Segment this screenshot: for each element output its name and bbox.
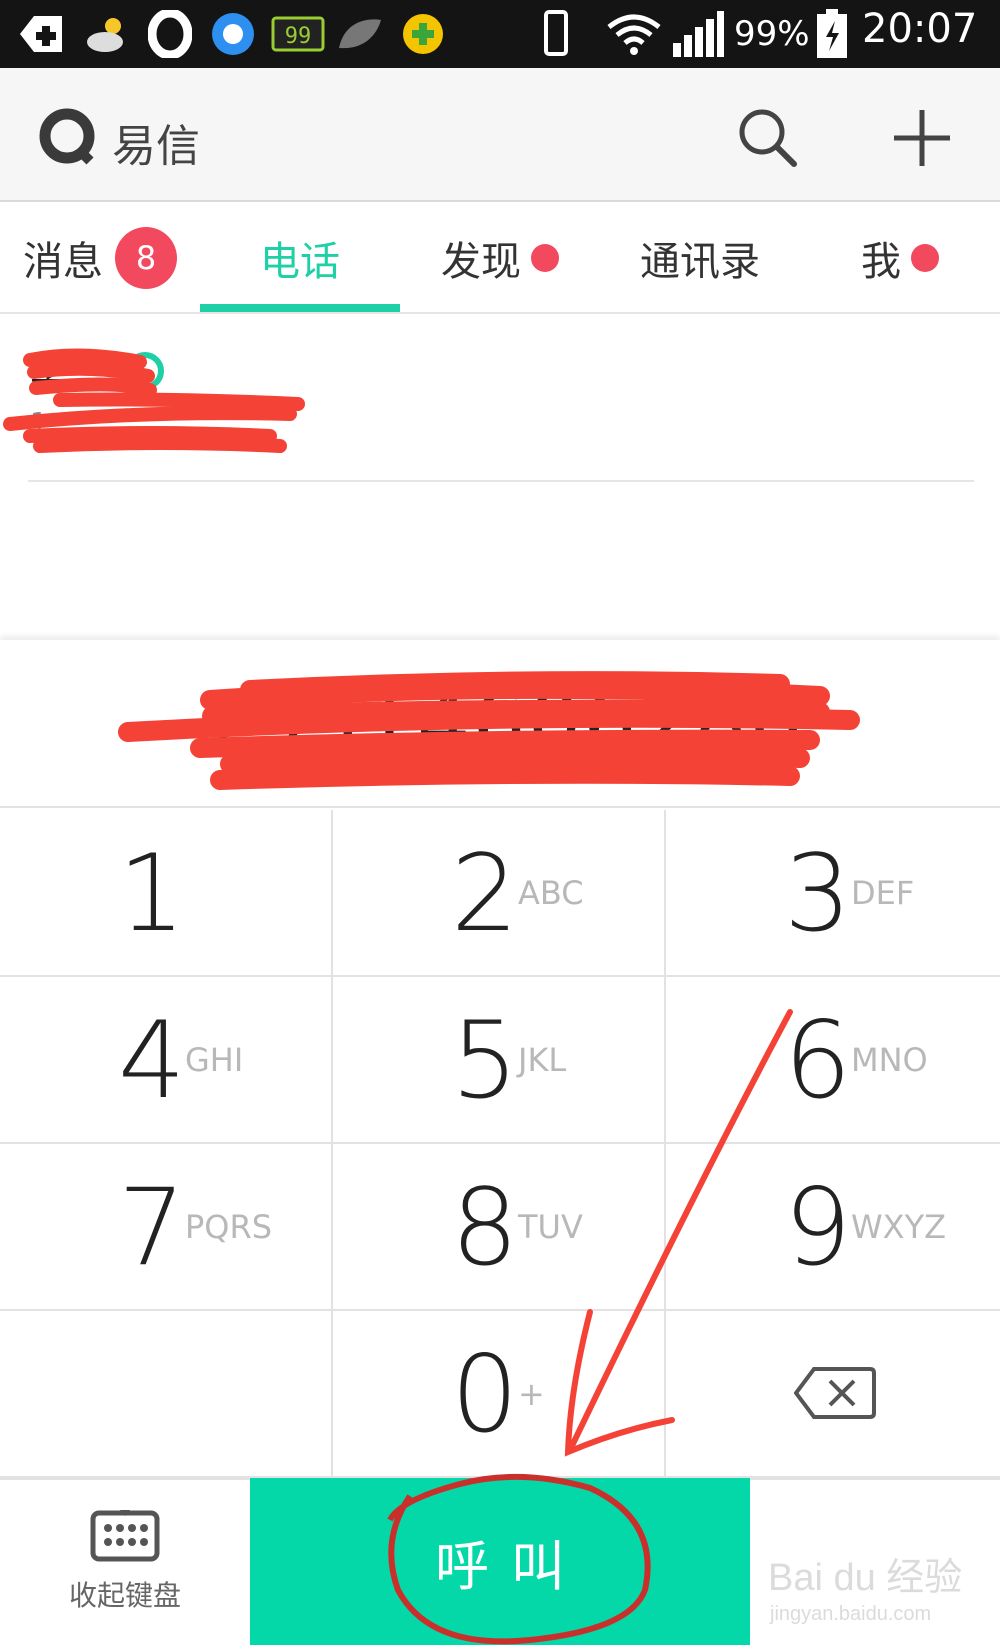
key-digit: 5 bbox=[451, 999, 519, 1122]
key-0[interactable]: 0 + bbox=[333, 1311, 666, 1478]
watermark-brand: Bai du 经验 bbox=[768, 1557, 962, 1599]
key-digit: 9 bbox=[784, 1166, 852, 1289]
wifi-icon bbox=[604, 10, 664, 58]
key-letters: ABC bbox=[518, 874, 584, 912]
plus-circle-icon bbox=[398, 10, 448, 58]
keyboard-icon bbox=[90, 1509, 160, 1561]
key-1[interactable]: 1 bbox=[0, 810, 333, 977]
key-6[interactable]: 6 MNO bbox=[666, 977, 1000, 1144]
watermark-url: jingyan.baidu.com bbox=[769, 1603, 931, 1625]
active-tab-indicator bbox=[200, 304, 400, 312]
key-digit: 3 bbox=[784, 832, 852, 955]
opera-icon bbox=[146, 10, 194, 58]
search-button[interactable] bbox=[728, 98, 808, 178]
key-letters: TUV bbox=[518, 1208, 583, 1246]
key-3[interactable]: 3 DEF bbox=[666, 810, 1000, 977]
baidu-watermark: Bai du 经验 jingyan.baidu.com bbox=[764, 1540, 964, 1630]
add-icon bbox=[894, 110, 950, 166]
contact-name: 李… bbox=[30, 355, 103, 396]
call-button-label: 呼叫 bbox=[435, 1535, 587, 1598]
key-9[interactable]: 9 WXYZ bbox=[666, 1144, 1000, 1311]
key-letters: DEF bbox=[851, 874, 915, 912]
recent-call-row[interactable]: 李… 1… bbox=[0, 316, 1000, 482]
status-bar: 99 99% 20:07 bbox=[0, 0, 1000, 68]
key-digit: 4 bbox=[118, 999, 186, 1122]
leaf-icon bbox=[334, 10, 384, 58]
vibrate-icon bbox=[538, 10, 572, 58]
tab-messages[interactable]: 消息 8 bbox=[0, 202, 200, 314]
svg-text:99: 99 bbox=[285, 24, 312, 49]
key-digit: 0 bbox=[451, 1333, 519, 1456]
app-header: 易信 bbox=[0, 68, 1000, 202]
key-digit: 2 bbox=[451, 832, 519, 955]
key-digit: 1 bbox=[118, 832, 186, 955]
yixin-logo-icon bbox=[38, 107, 96, 165]
weather-icon bbox=[82, 10, 132, 58]
collapse-keyboard-button[interactable]: 收起键盘 bbox=[0, 1478, 250, 1645]
search-icon bbox=[739, 109, 797, 167]
tab-label: 发现 bbox=[441, 239, 521, 285]
tab-bar: 消息 8 电话 发现 通讯录 我 bbox=[0, 202, 1000, 314]
key-2[interactable]: 2 ABC bbox=[333, 810, 666, 977]
key-letters: + bbox=[518, 1375, 545, 1413]
key-digit: 8 bbox=[451, 1166, 519, 1289]
add-button[interactable] bbox=[882, 98, 962, 178]
key-letters: WXYZ bbox=[851, 1208, 947, 1246]
tab-me[interactable]: 我 bbox=[800, 202, 1000, 314]
yixin-user-icon bbox=[126, 352, 164, 390]
backspace-icon bbox=[794, 1367, 876, 1419]
notification-dot bbox=[911, 244, 939, 272]
unread-badge: 8 bbox=[115, 227, 177, 289]
app-title: 易信 bbox=[112, 121, 200, 172]
key-5[interactable]: 5 JKL bbox=[333, 977, 666, 1144]
key-digit: 7 bbox=[118, 1166, 186, 1289]
tab-label: 通讯录 bbox=[640, 239, 760, 285]
key-letters: GHI bbox=[185, 1041, 244, 1079]
dialed-number: 13514606280 bbox=[195, 674, 805, 772]
collapse-keyboard-label: 收起键盘 bbox=[68, 1578, 181, 1612]
battery-percent: 99% bbox=[734, 14, 810, 54]
tab-label: 消息 bbox=[23, 239, 103, 285]
battery-charging-icon bbox=[814, 9, 850, 58]
dialed-number-display: 13514606280 bbox=[0, 640, 1000, 808]
notification-dot bbox=[531, 244, 559, 272]
key-8[interactable]: 8 TUV bbox=[333, 1144, 666, 1311]
browser-icon bbox=[208, 10, 258, 58]
key-letters: MNO bbox=[851, 1041, 928, 1079]
tab-label: 我 bbox=[861, 239, 901, 285]
clock: 20:07 bbox=[862, 6, 978, 52]
key-digit: 6 bbox=[784, 999, 852, 1122]
key-letters: PQRS bbox=[185, 1208, 273, 1246]
tab-label: 电话 bbox=[260, 239, 340, 285]
key-4[interactable]: 4 GHI bbox=[0, 977, 333, 1144]
add-icon bbox=[14, 10, 68, 58]
list-empty-area bbox=[0, 482, 1000, 640]
tab-discover[interactable]: 发现 bbox=[400, 202, 600, 314]
battery-game-icon: 99 bbox=[270, 10, 326, 58]
key-letters: JKL bbox=[518, 1041, 567, 1079]
tab-contacts[interactable]: 通讯录 bbox=[600, 202, 800, 314]
signal-icon bbox=[670, 10, 726, 58]
contact-number: 1… bbox=[30, 406, 76, 439]
key-7[interactable]: 7 PQRS bbox=[0, 1144, 333, 1311]
backspace-button[interactable] bbox=[666, 1311, 1000, 1478]
key-empty bbox=[0, 1311, 333, 1478]
tab-phone[interactable]: 电话 bbox=[200, 202, 400, 314]
call-button[interactable]: 呼叫 bbox=[250, 1478, 750, 1645]
